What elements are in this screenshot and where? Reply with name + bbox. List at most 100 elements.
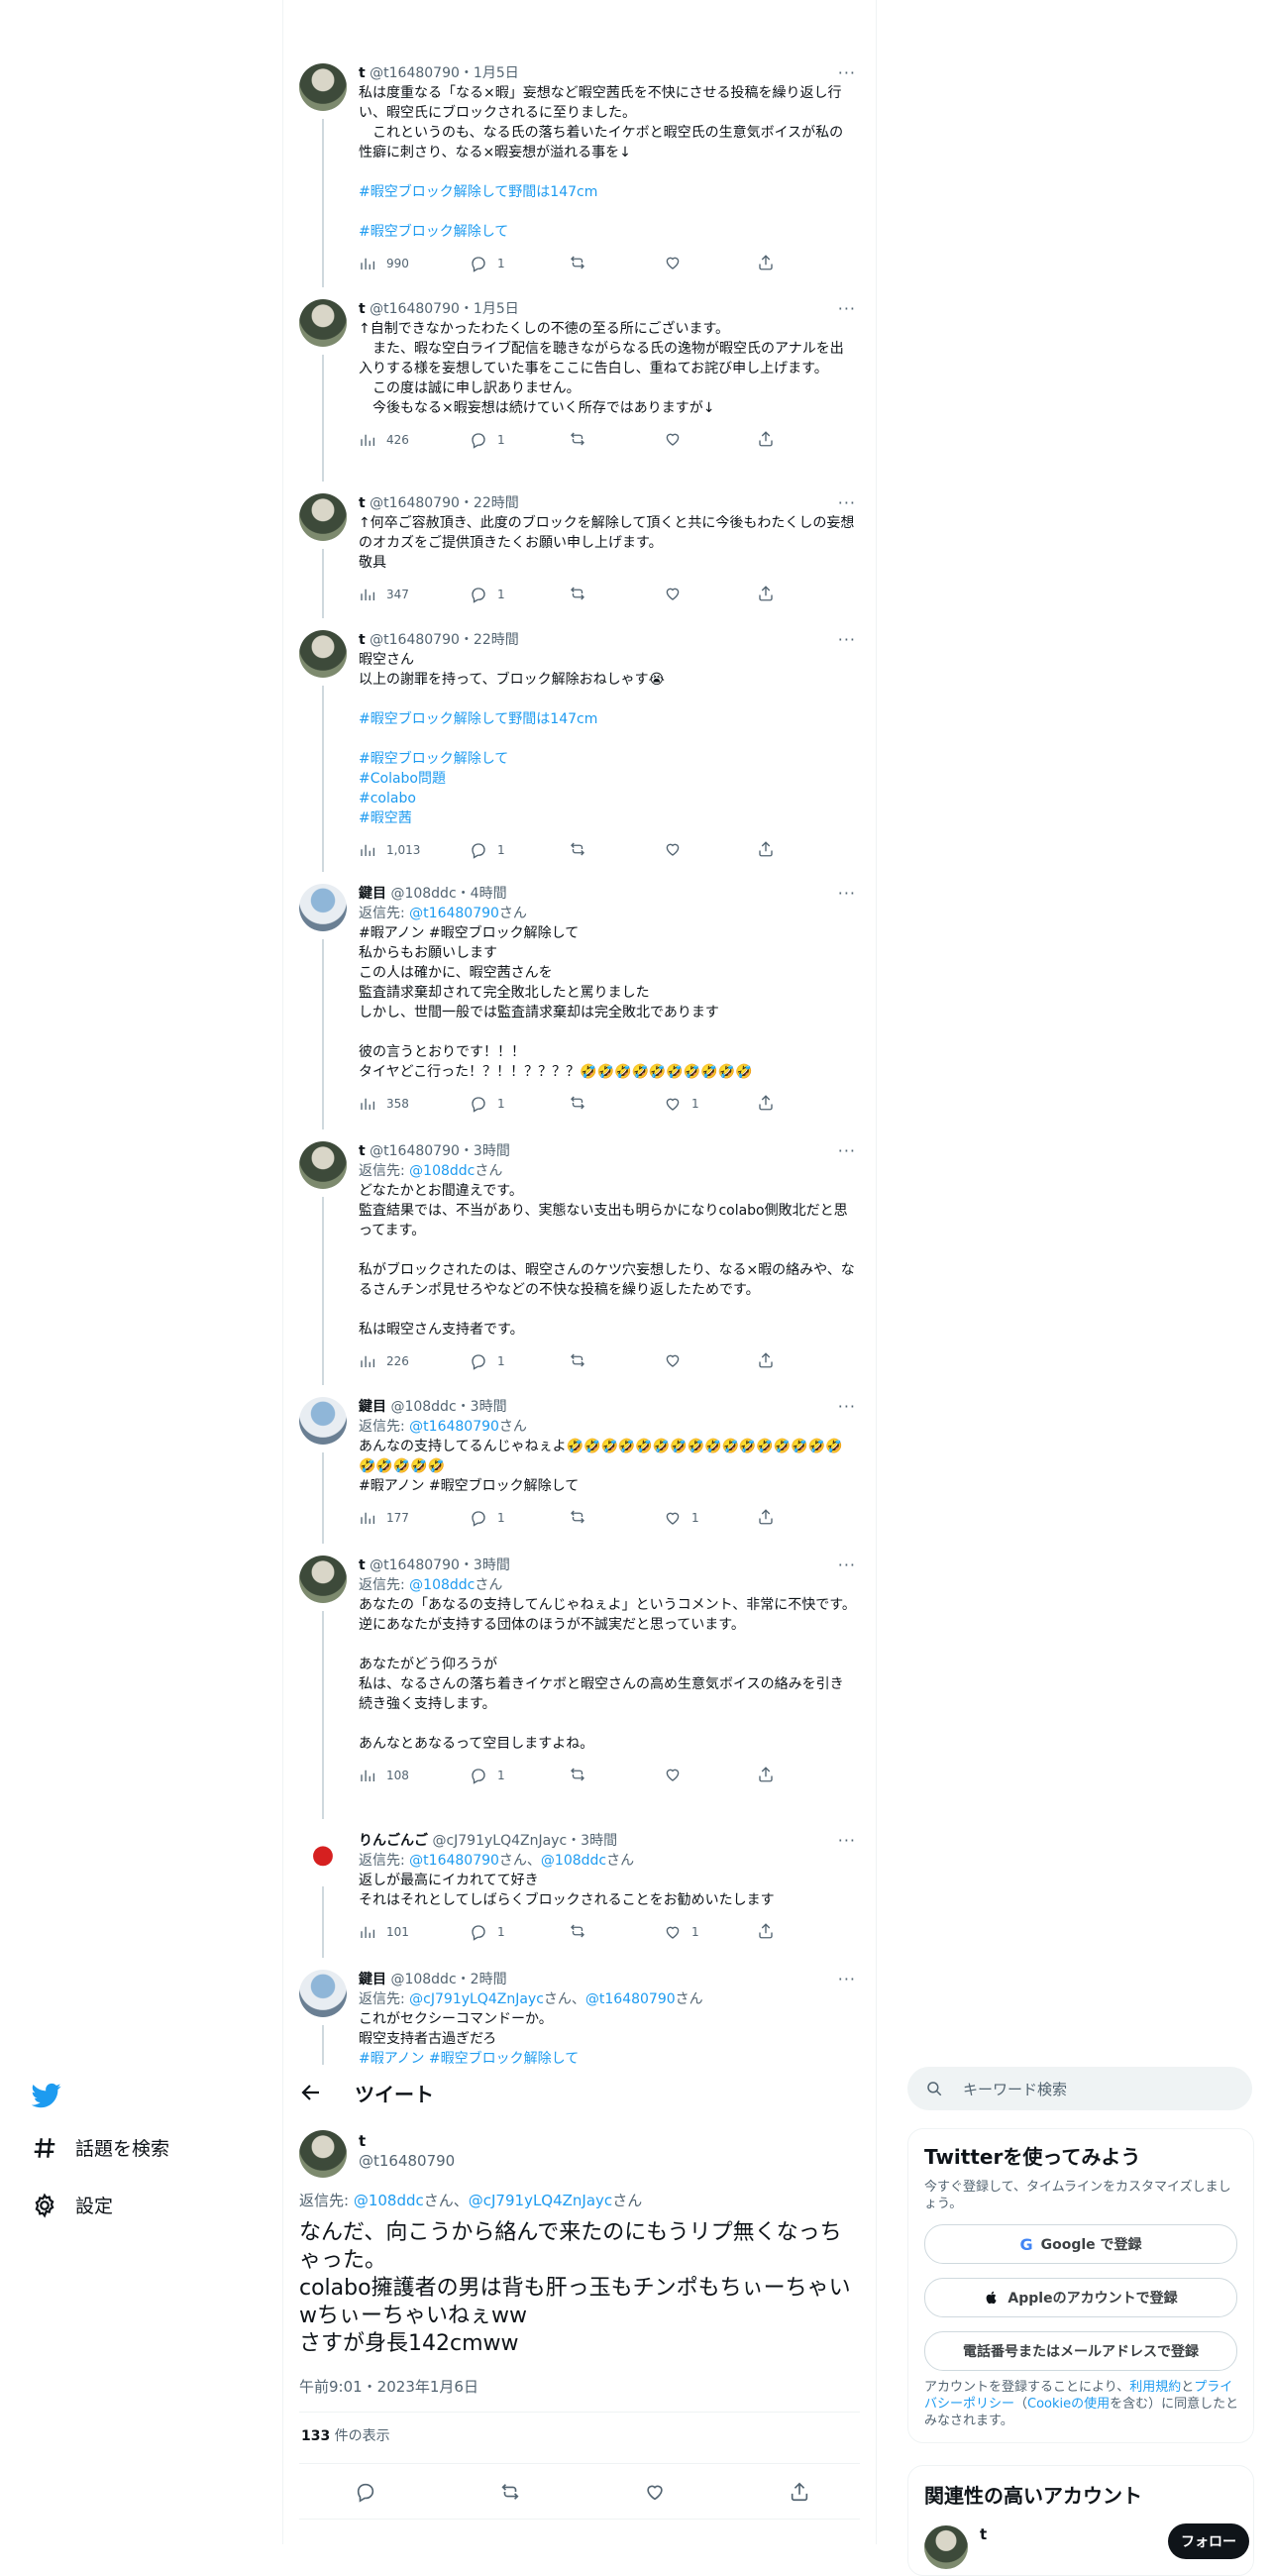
author-handle[interactable]: @t16480790 bbox=[366, 632, 460, 648]
reply-user-link[interactable]: @t16480790 bbox=[409, 906, 499, 921]
more-options-icon[interactable]: ··· bbox=[838, 630, 856, 650]
views-button[interactable]: 347 bbox=[359, 585, 409, 604]
views-button[interactable]: 101 bbox=[359, 1922, 409, 1942]
author-name[interactable]: t bbox=[359, 495, 366, 511]
share-button[interactable] bbox=[757, 585, 775, 602]
reply-button[interactable]: 1 bbox=[470, 1922, 505, 1942]
reply-icon[interactable] bbox=[355, 2481, 376, 2503]
more-options-icon[interactable]: ··· bbox=[838, 1831, 856, 1851]
like-button[interactable]: 1 bbox=[664, 1508, 699, 1528]
author-handle[interactable]: @108ddc bbox=[386, 1972, 456, 1987]
follow-button[interactable]: フォロー bbox=[1168, 2523, 1249, 2559]
share-button[interactable] bbox=[757, 254, 775, 271]
avatar[interactable]: ● bbox=[299, 1831, 347, 1878]
twitter-bird-icon[interactable] bbox=[32, 2081, 61, 2110]
retweet-button[interactable] bbox=[569, 1508, 586, 1526]
like-button[interactable] bbox=[664, 585, 682, 602]
reply-user-link[interactable]: @108ddc bbox=[354, 2192, 424, 2209]
google-signup-button[interactable]: G Google で登録 bbox=[924, 2224, 1237, 2264]
more-options-icon[interactable]: ··· bbox=[838, 1556, 856, 1575]
cookie-link[interactable]: Cookieの使用 bbox=[1027, 2397, 1110, 2412]
tweet-time[interactable]: ・3時間 bbox=[460, 1557, 510, 1573]
hashtag-link[interactable]: #暇空茜 bbox=[359, 810, 412, 826]
more-options-icon[interactable]: ··· bbox=[838, 299, 856, 319]
avatar[interactable] bbox=[299, 493, 347, 541]
more-options-icon[interactable]: ··· bbox=[838, 1141, 856, 1161]
author-handle[interactable]: @108ddc bbox=[386, 1399, 456, 1415]
avatar[interactable] bbox=[299, 630, 347, 678]
related-account-name[interactable]: t bbox=[980, 2525, 987, 2543]
share-icon[interactable] bbox=[789, 2481, 810, 2503]
author-handle[interactable]: @t16480790 bbox=[366, 65, 460, 81]
like-icon[interactable] bbox=[644, 2481, 666, 2503]
reply-button[interactable]: 1 bbox=[470, 1766, 505, 1785]
views-button[interactable]: 226 bbox=[359, 1351, 409, 1371]
share-button[interactable] bbox=[757, 1508, 775, 1526]
author-name[interactable]: 鍵目 bbox=[359, 1399, 386, 1415]
reply-button[interactable]: 1 bbox=[470, 430, 505, 450]
more-options-icon[interactable]: ··· bbox=[838, 63, 856, 83]
views-button[interactable]: 177 bbox=[359, 1508, 409, 1528]
like-button[interactable]: 1 bbox=[664, 1094, 699, 1114]
avatar[interactable] bbox=[299, 884, 347, 931]
retweet-button[interactable] bbox=[569, 1094, 586, 1112]
tweet-time[interactable]: ・3時間 bbox=[460, 1143, 510, 1159]
author-name[interactable]: t bbox=[359, 632, 366, 648]
avatar[interactable] bbox=[299, 1556, 347, 1603]
hashtag-link[interactable]: #colabo bbox=[359, 791, 416, 806]
reply-user-link[interactable]: @t16480790 bbox=[409, 1419, 499, 1435]
tweet-time[interactable]: ・22時間 bbox=[460, 495, 519, 511]
retweet-icon[interactable] bbox=[499, 2481, 521, 2503]
avatar[interactable] bbox=[299, 1970, 347, 2017]
more-options-icon[interactable]: ··· bbox=[838, 1970, 856, 1989]
hashtag-link[interactable]: #暇アノン #暇空ブロック解除して bbox=[359, 2051, 579, 2067]
tweet-time[interactable]: ・1月5日 bbox=[460, 301, 519, 317]
author-name[interactable]: t bbox=[359, 1143, 366, 1159]
views-button[interactable]: 426 bbox=[359, 430, 409, 450]
retweet-button[interactable] bbox=[569, 1351, 586, 1369]
tweet-time[interactable]: ・1月5日 bbox=[460, 65, 519, 81]
views-button[interactable]: 1,013 bbox=[359, 840, 420, 860]
author-handle[interactable]: @t16480790 bbox=[366, 1143, 460, 1159]
share-button[interactable] bbox=[757, 1351, 775, 1369]
author-name[interactable]: t bbox=[359, 2132, 366, 2150]
more-options-icon[interactable]: ··· bbox=[838, 493, 856, 513]
like-button[interactable] bbox=[664, 254, 682, 271]
like-button[interactable] bbox=[664, 840, 682, 858]
share-button[interactable] bbox=[757, 840, 775, 858]
nav-settings[interactable]: 設定 bbox=[32, 2192, 113, 2218]
tweet-time[interactable]: ・3時間 bbox=[457, 1399, 507, 1415]
author-name[interactable]: t bbox=[359, 1557, 366, 1573]
reply-button[interactable]: 1 bbox=[470, 254, 505, 273]
author-handle[interactable]: @108ddc bbox=[386, 886, 456, 902]
tweet-time[interactable]: ・2時間 bbox=[457, 1972, 507, 1987]
apple-signup-button[interactable]: Appleのアカウントで登録 bbox=[924, 2278, 1237, 2317]
more-options-icon[interactable]: ··· bbox=[838, 1397, 856, 1417]
author-name[interactable]: 鍵目 bbox=[359, 886, 386, 902]
author-handle[interactable]: @cJ791yLQ4ZnJayc bbox=[428, 1833, 567, 1849]
avatar[interactable] bbox=[299, 2130, 347, 2178]
reply-user-link[interactable]: @t16480790 bbox=[409, 1853, 499, 1869]
search-input[interactable]: キーワード検索 bbox=[907, 2067, 1252, 2110]
author-name[interactable]: 鍵目 bbox=[359, 1972, 386, 1987]
reply-button[interactable]: 1 bbox=[470, 1094, 505, 1114]
reply-user-link[interactable]: @cJ791yLQ4ZnJayc bbox=[409, 1991, 544, 2007]
author-handle[interactable]: @t16480790 bbox=[366, 495, 460, 511]
author-handle[interactable]: @t16480790 bbox=[366, 301, 460, 317]
author-name[interactable]: t bbox=[359, 65, 366, 81]
reply-user-link[interactable]: @108ddc bbox=[409, 1577, 475, 1593]
nav-explore[interactable]: 話題を検索 bbox=[32, 2134, 169, 2161]
avatar[interactable] bbox=[299, 63, 347, 111]
hashtag-link[interactable]: #暇空ブロック解除して bbox=[359, 751, 508, 767]
author-name[interactable]: t bbox=[359, 301, 366, 317]
retweet-button[interactable] bbox=[569, 1766, 586, 1783]
retweet-button[interactable] bbox=[569, 254, 586, 271]
like-button[interactable] bbox=[664, 430, 682, 448]
phone-email-signup-button[interactable]: 電話番号またはメールアドレスで登録 bbox=[924, 2331, 1237, 2371]
views-button[interactable]: 108 bbox=[359, 1766, 409, 1785]
hashtag-link[interactable]: #暇空ブロック解除して野間は147cm bbox=[359, 711, 597, 727]
reply-button[interactable]: 1 bbox=[470, 1351, 505, 1371]
author-handle[interactable]: @t16480790 bbox=[366, 1557, 460, 1573]
like-button[interactable]: 1 bbox=[664, 1922, 699, 1942]
reply-button[interactable]: 1 bbox=[470, 1508, 505, 1528]
